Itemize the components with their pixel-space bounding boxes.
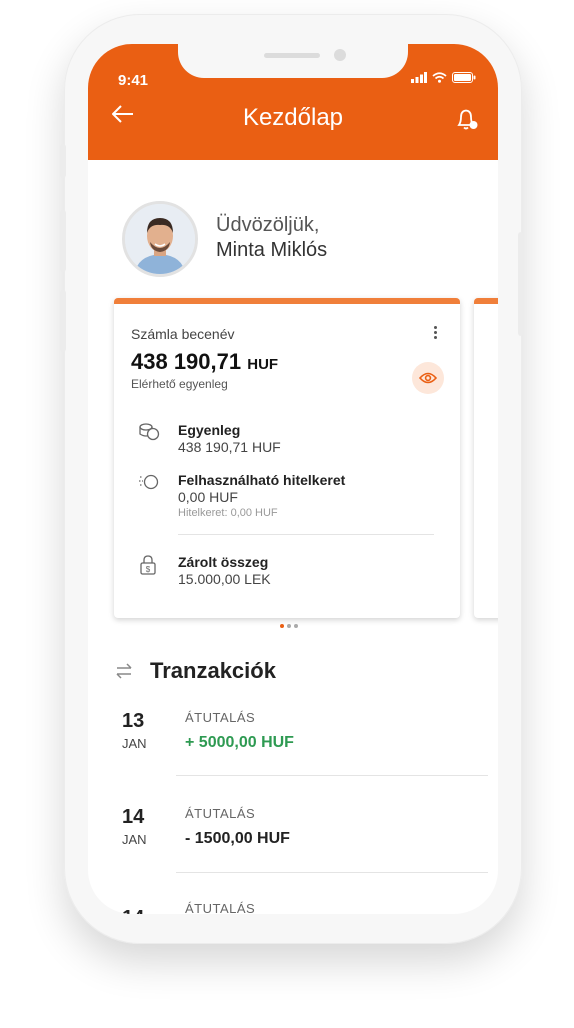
transaction-divider [176, 872, 488, 873]
phone-notch [178, 44, 408, 78]
transaction-day: 14 [122, 806, 145, 828]
svg-text:$: $ [146, 565, 151, 574]
balance-currency: HUF [247, 356, 279, 373]
transaction-day: 13 [122, 710, 145, 732]
app-header: 9:41 Kezdőlap [88, 44, 498, 160]
balance-row-title: Egyenleg [178, 422, 241, 438]
phone-volume-down-button [60, 290, 66, 352]
bell-icon [457, 109, 478, 130]
card-divider [178, 534, 434, 535]
credit-row-title: Felhasználható hitelkeret [178, 472, 346, 488]
credit-coin-icon [138, 472, 160, 497]
lock-icon: $ [138, 554, 158, 581]
pager-dot-active [280, 624, 284, 628]
account-nickname: Számla becenév [131, 326, 235, 342]
available-balance-label: Elérhető egyenleg [131, 377, 228, 391]
battery-icon [452, 72, 476, 83]
transaction-amount: + 5000,00 HUF [185, 734, 294, 751]
transaction-divider [176, 775, 488, 776]
locked-row-value: 15.000,00 LEK [178, 571, 271, 587]
page-title: Kezdőlap [242, 104, 344, 131]
avatar [122, 201, 198, 277]
phone-speaker [264, 53, 320, 58]
pager-dot [294, 624, 298, 628]
phone-power-button [518, 232, 524, 336]
account-card[interactable]: Számla becenév 438 190,71 HUF Elérhető e… [114, 298, 460, 618]
more-options-button[interactable] [434, 324, 438, 341]
status-icons [411, 72, 476, 83]
transaction-item[interactable]: 13 JAN ÁTUTALÁS + 5000,00 HUF [88, 710, 498, 770]
coins-icon [138, 422, 160, 447]
transaction-type: ÁTUTALÁS [185, 710, 256, 725]
status-time: 9:41 [118, 72, 149, 89]
phone-camera [334, 49, 346, 61]
transaction-amount: - 1500,00 HUF [185, 830, 290, 847]
pager-dot [287, 624, 291, 628]
kebab-dot-icon [434, 331, 437, 334]
locked-row-title: Zárolt összeg [178, 554, 269, 570]
notifications-button[interactable] [454, 106, 480, 137]
balance-amount: 438 190,71 [131, 349, 242, 374]
signal-icon [411, 72, 427, 83]
transactions-heading: Tranzakciók [150, 658, 276, 683]
eye-icon [419, 372, 437, 384]
balance-row-value: 438 190,71 HUF [178, 439, 281, 455]
wifi-icon [432, 72, 447, 83]
transaction-type: ÁTUTALÁS [185, 901, 256, 914]
transaction-month: JAN [122, 832, 147, 847]
greeting-text: Üdvözöljük, [216, 214, 320, 236]
user-photo [125, 204, 195, 274]
credit-limit-text: Hitelkeret: 0,00 HUF [178, 507, 278, 519]
app-screen: 9:41 Kezdőlap Üdvözöljük, Minta Miklós S… [88, 44, 498, 914]
card-pager [280, 624, 298, 628]
transaction-item[interactable]: 14 ÁTUTALÁS [88, 901, 498, 914]
kebab-dot-icon [434, 326, 437, 329]
user-name: Minta Miklós [216, 239, 328, 261]
phone-volume-up-button [60, 210, 66, 272]
toggle-visibility-button[interactable] [412, 362, 444, 394]
next-account-card[interactable] [474, 298, 498, 618]
kebab-dot-icon [434, 336, 437, 339]
phone-side-button [60, 144, 66, 178]
transaction-day: 14 [122, 907, 144, 914]
transaction-item[interactable]: 14 JAN ÁTUTALÁS - 1500,00 HUF [88, 806, 498, 866]
transaction-type: ÁTUTALÁS [185, 806, 256, 821]
transaction-month: JAN [122, 736, 147, 751]
credit-row-value: 0,00 HUF [178, 489, 238, 505]
available-balance: 438 190,71 HUF [131, 349, 278, 375]
transfer-icon [114, 662, 134, 685]
